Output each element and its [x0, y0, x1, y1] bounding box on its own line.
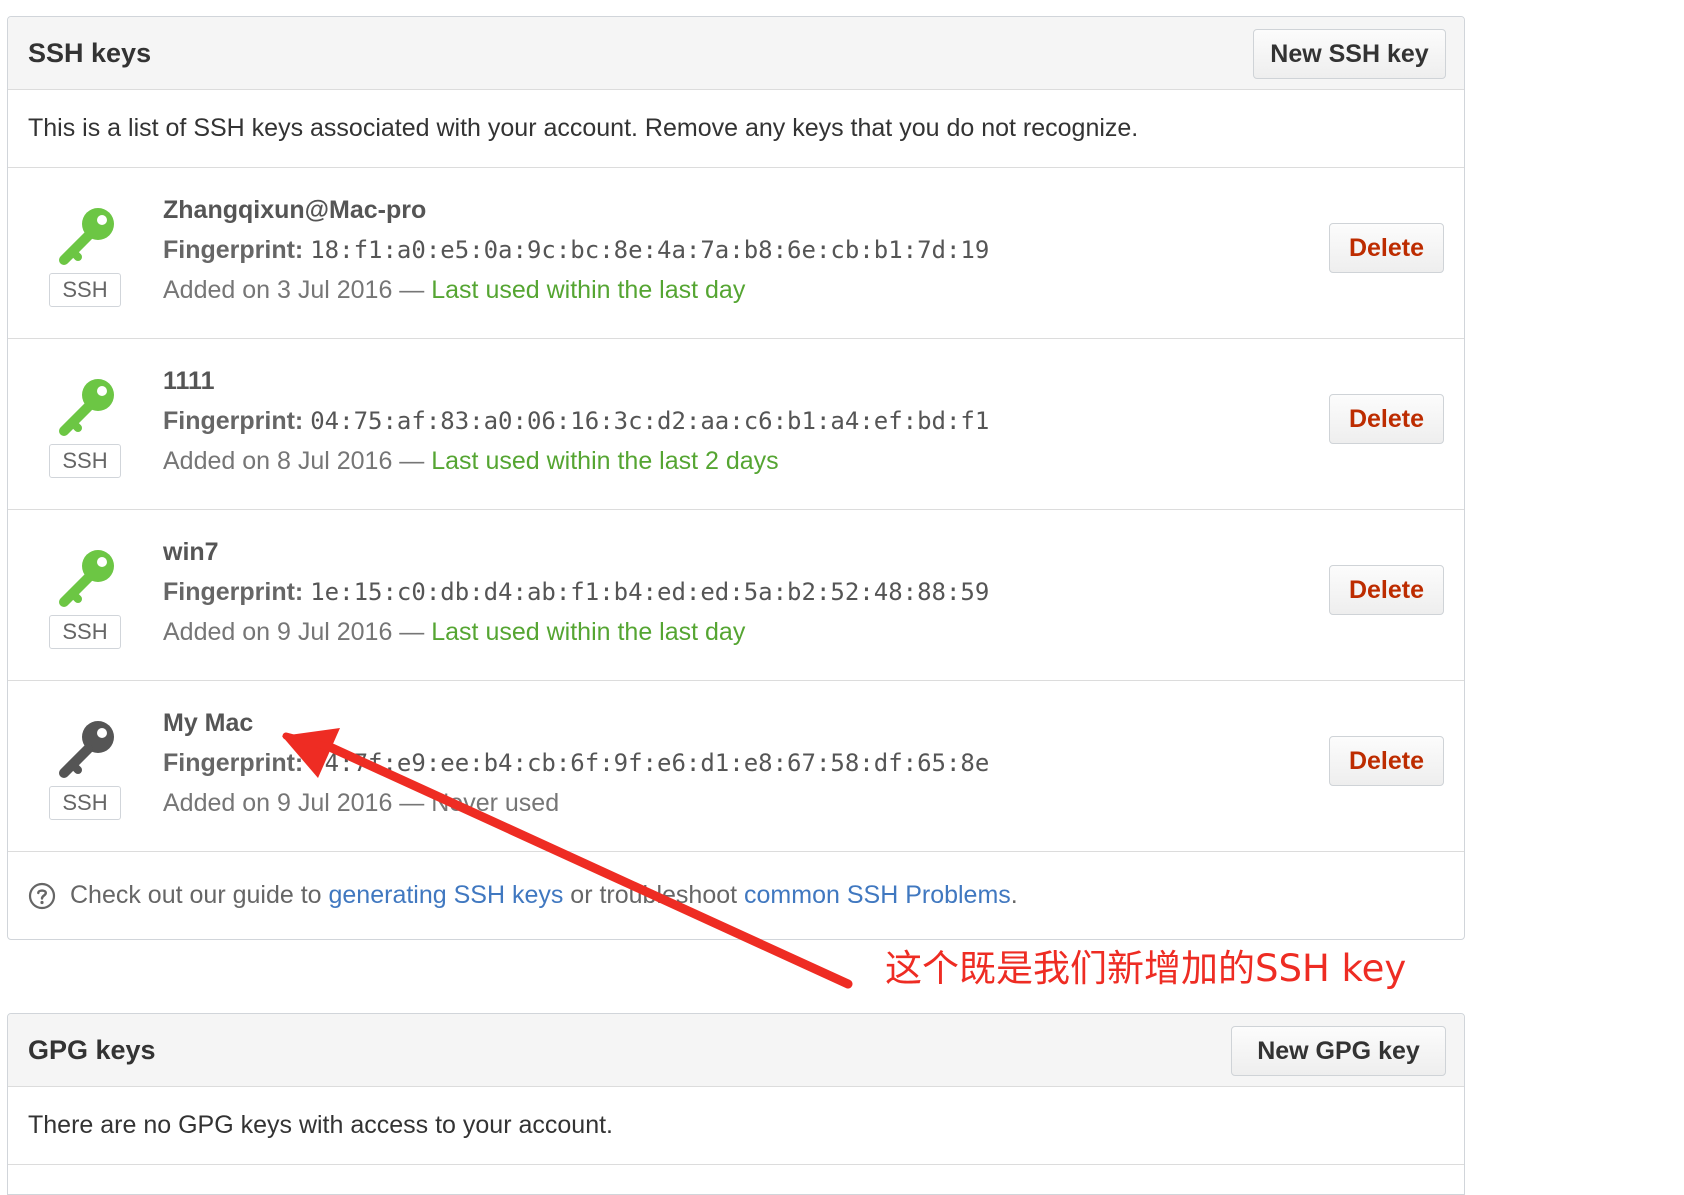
ssh-key-row: SSH win7 Fingerprint: 1e:15:c0:db:d4:ab:… [8, 510, 1464, 681]
key-title: My Mac [163, 709, 254, 737]
common-ssh-problems-link[interactable]: common SSH Problems [744, 881, 1011, 909]
gpg-keys-empty-text: There are no GPG keys with access to you… [8, 1087, 1464, 1165]
ssh-badge: SSH [49, 786, 121, 820]
fingerprint-label: Fingerprint: [163, 749, 304, 777]
key-last-used-status: Never used [431, 789, 560, 817]
ssh-key-row: SSH Zhangqixun@Mac-pro Fingerprint: 18:f… [8, 168, 1464, 339]
key-fingerprint: Fingerprint: 94:7f:e9:ee:b4:cb:6f:9f:e6:… [163, 749, 989, 778]
delete-key-button[interactable]: Delete [1329, 394, 1444, 444]
fingerprint-label: Fingerprint: [163, 578, 304, 606]
annotation-label: 这个既是我们新增加的SSH key [885, 947, 1407, 990]
key-title: 1111 [163, 367, 215, 395]
delete-key-button[interactable]: Delete [1329, 223, 1444, 273]
key-title: win7 [163, 538, 219, 566]
key-added-info: Added on 3 Jul 2016 — Last used within t… [163, 276, 745, 305]
guide-prefix: Check out our guide to [70, 881, 329, 909]
added-date: Added on 9 Jul 2016 — [163, 789, 432, 817]
ssh-key-row: SSH 1111 Fingerprint: 04:75:af:83:a0:06:… [8, 339, 1464, 510]
added-date: Added on 3 Jul 2016 — [163, 276, 432, 304]
key-fingerprint: Fingerprint: 18:f1:a0:e5:0a:9c:bc:8e:4a:… [163, 236, 989, 265]
key-added-info: Added on 9 Jul 2016 — Never used [163, 789, 559, 818]
ssh-guide: Check out our guide to generating SSH ke… [8, 852, 1464, 939]
ssh-keys-panel: SSH keys New SSH key This is a list of S… [7, 16, 1465, 940]
fingerprint-value: 18:f1:a0:e5:0a:9c:bc:8e:4a:7a:b8:6e:cb:b… [310, 236, 990, 264]
ssh-key-list: SSH Zhangqixun@Mac-pro Fingerprint: 18:f… [8, 168, 1464, 852]
added-date: Added on 9 Jul 2016 — [163, 618, 432, 646]
fingerprint-label: Fingerprint: [163, 407, 304, 435]
question-icon [28, 882, 56, 910]
fingerprint-label: Fingerprint: [163, 236, 304, 264]
new-gpg-key-button[interactable]: New GPG key [1231, 1026, 1446, 1076]
key-fingerprint: Fingerprint: 04:75:af:83:a0:06:16:3c:d2:… [163, 407, 989, 436]
key-icon [59, 208, 114, 265]
ssh-keys-header: SSH keys New SSH key [8, 17, 1464, 90]
guide-suffix: . [1010, 881, 1018, 909]
key-last-used-status: Last used within the last day [431, 618, 746, 646]
ssh-badge: SSH [49, 615, 121, 649]
delete-key-button[interactable]: Delete [1329, 736, 1444, 786]
key-last-used-status: Last used within the last day [431, 276, 746, 304]
guide-middle: or troubleshoot [563, 881, 745, 909]
ssh-keys-title: SSH keys [28, 38, 152, 68]
ssh-key-row: SSH My Mac Fingerprint: 94:7f:e9:ee:b4:c… [8, 681, 1464, 852]
ssh-badge: SSH [49, 273, 121, 307]
key-fingerprint: Fingerprint: 1e:15:c0:db:d4:ab:f1:b4:ed:… [163, 578, 989, 607]
key-icon [59, 721, 114, 778]
fingerprint-value: 94:7f:e9:ee:b4:cb:6f:9f:e6:d1:e8:67:58:d… [310, 749, 990, 777]
added-date: Added on 8 Jul 2016 — [163, 447, 432, 475]
fingerprint-value: 1e:15:c0:db:d4:ab:f1:b4:ed:ed:5a:b2:52:4… [310, 578, 990, 606]
key-last-used-status: Last used within the last 2 days [431, 447, 779, 475]
key-icon [59, 550, 114, 607]
key-title: Zhangqixun@Mac-pro [163, 196, 427, 224]
fingerprint-value: 04:75:af:83:a0:06:16:3c:d2:aa:c6:b1:a4:e… [310, 407, 990, 435]
gpg-keys-panel: GPG keys New GPG key There are no GPG ke… [7, 1013, 1465, 1195]
ssh-keys-intro: This is a list of SSH keys associated wi… [8, 90, 1464, 168]
key-added-info: Added on 8 Jul 2016 — Last used within t… [163, 447, 779, 476]
key-added-info: Added on 9 Jul 2016 — Last used within t… [163, 618, 745, 647]
gpg-keys-title: GPG keys [28, 1035, 156, 1065]
delete-key-button[interactable]: Delete [1329, 565, 1444, 615]
ssh-badge: SSH [49, 444, 121, 478]
key-icon [59, 379, 114, 436]
generating-ssh-keys-link[interactable]: generating SSH keys [329, 881, 564, 909]
gpg-keys-header: GPG keys New GPG key [8, 1014, 1464, 1087]
new-ssh-key-button[interactable]: New SSH key [1253, 29, 1446, 79]
